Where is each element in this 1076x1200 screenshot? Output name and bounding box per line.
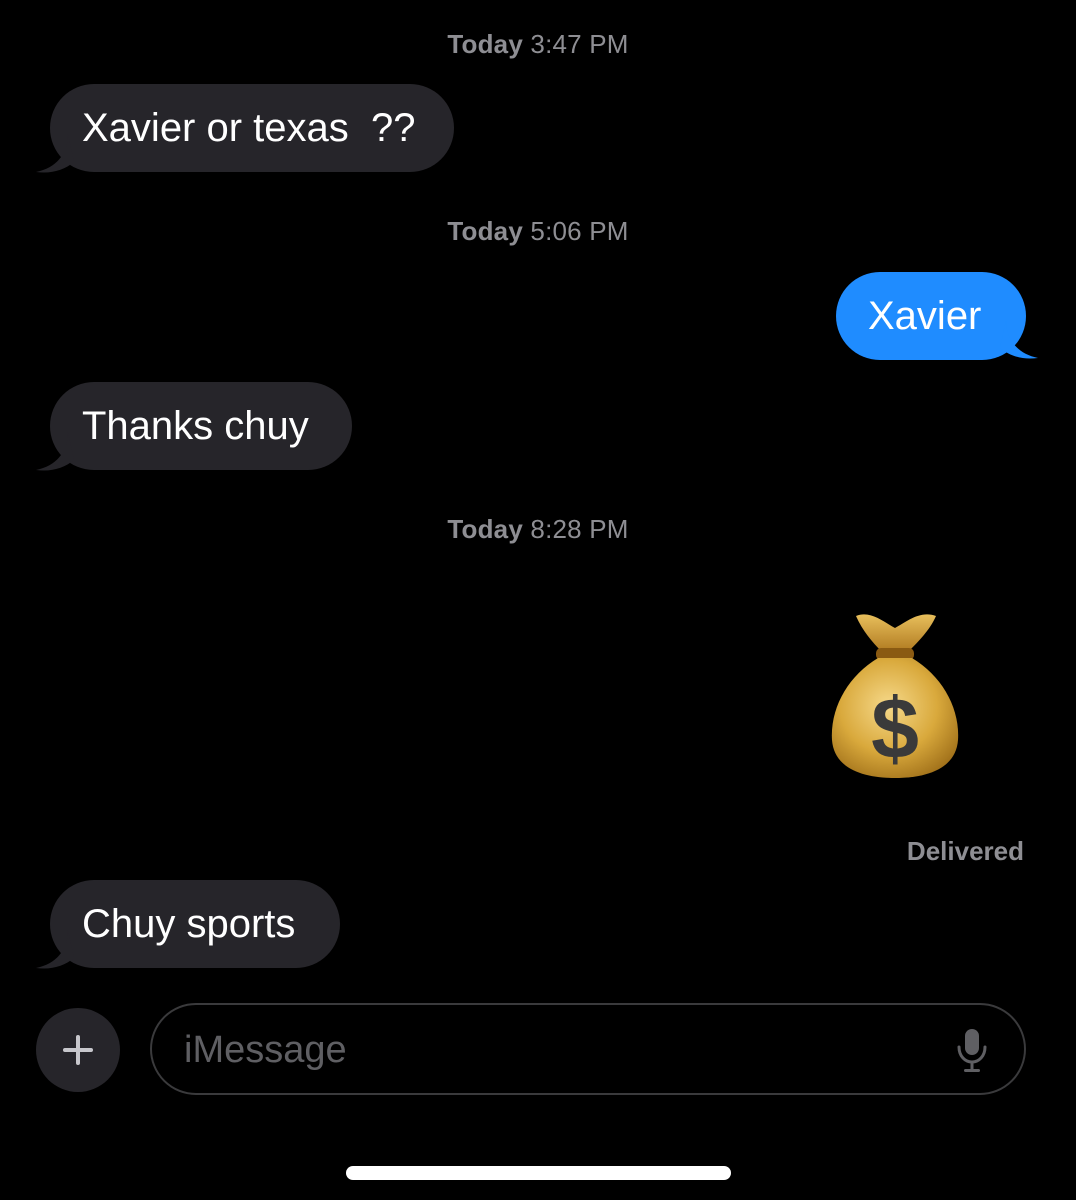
plus-icon [63, 1035, 93, 1065]
bubble-tail [36, 432, 74, 471]
timestamp-day: Today [447, 216, 523, 246]
message-text: Thanks chuy [82, 404, 309, 448]
timestamp: Today 3:47 PM [0, 29, 1076, 60]
timestamp-day: Today [447, 514, 523, 544]
message-bubble-incoming[interactable]: Chuy sports [50, 880, 340, 968]
money-bag-icon[interactable]: $ [826, 608, 964, 780]
timestamp: Today 8:28 PM [0, 514, 1076, 545]
home-indicator[interactable] [346, 1166, 731, 1180]
message-bubble-outgoing[interactable]: Xavier [836, 272, 1026, 360]
timestamp: Today 5:06 PM [0, 216, 1076, 247]
timestamp-day: Today [447, 29, 523, 59]
message-text: Xavier [868, 294, 982, 338]
dollar-symbol: $ [871, 681, 919, 777]
message-bubble-incoming[interactable]: Thanks chuy [50, 382, 352, 470]
message-text: Chuy sports [82, 902, 296, 946]
bubble-tail [36, 134, 74, 173]
microphone-icon[interactable] [956, 1027, 988, 1073]
message-bubble-incoming[interactable]: Xavier or texas ?? [50, 84, 454, 172]
imessage-input[interactable] [182, 1005, 926, 1095]
bubble-tail [1000, 320, 1038, 359]
add-attachment-button[interactable] [36, 1008, 120, 1092]
bubble-tail [36, 930, 74, 969]
timestamp-time: 3:47 PM [530, 29, 629, 59]
delivery-status: Delivered [906, 836, 1024, 866]
message-text: Xavier or texas ?? [82, 106, 416, 150]
message-compose-field[interactable] [150, 1003, 1026, 1095]
timestamp-time: 8:28 PM [530, 514, 629, 544]
timestamp-time: 5:06 PM [530, 216, 629, 246]
